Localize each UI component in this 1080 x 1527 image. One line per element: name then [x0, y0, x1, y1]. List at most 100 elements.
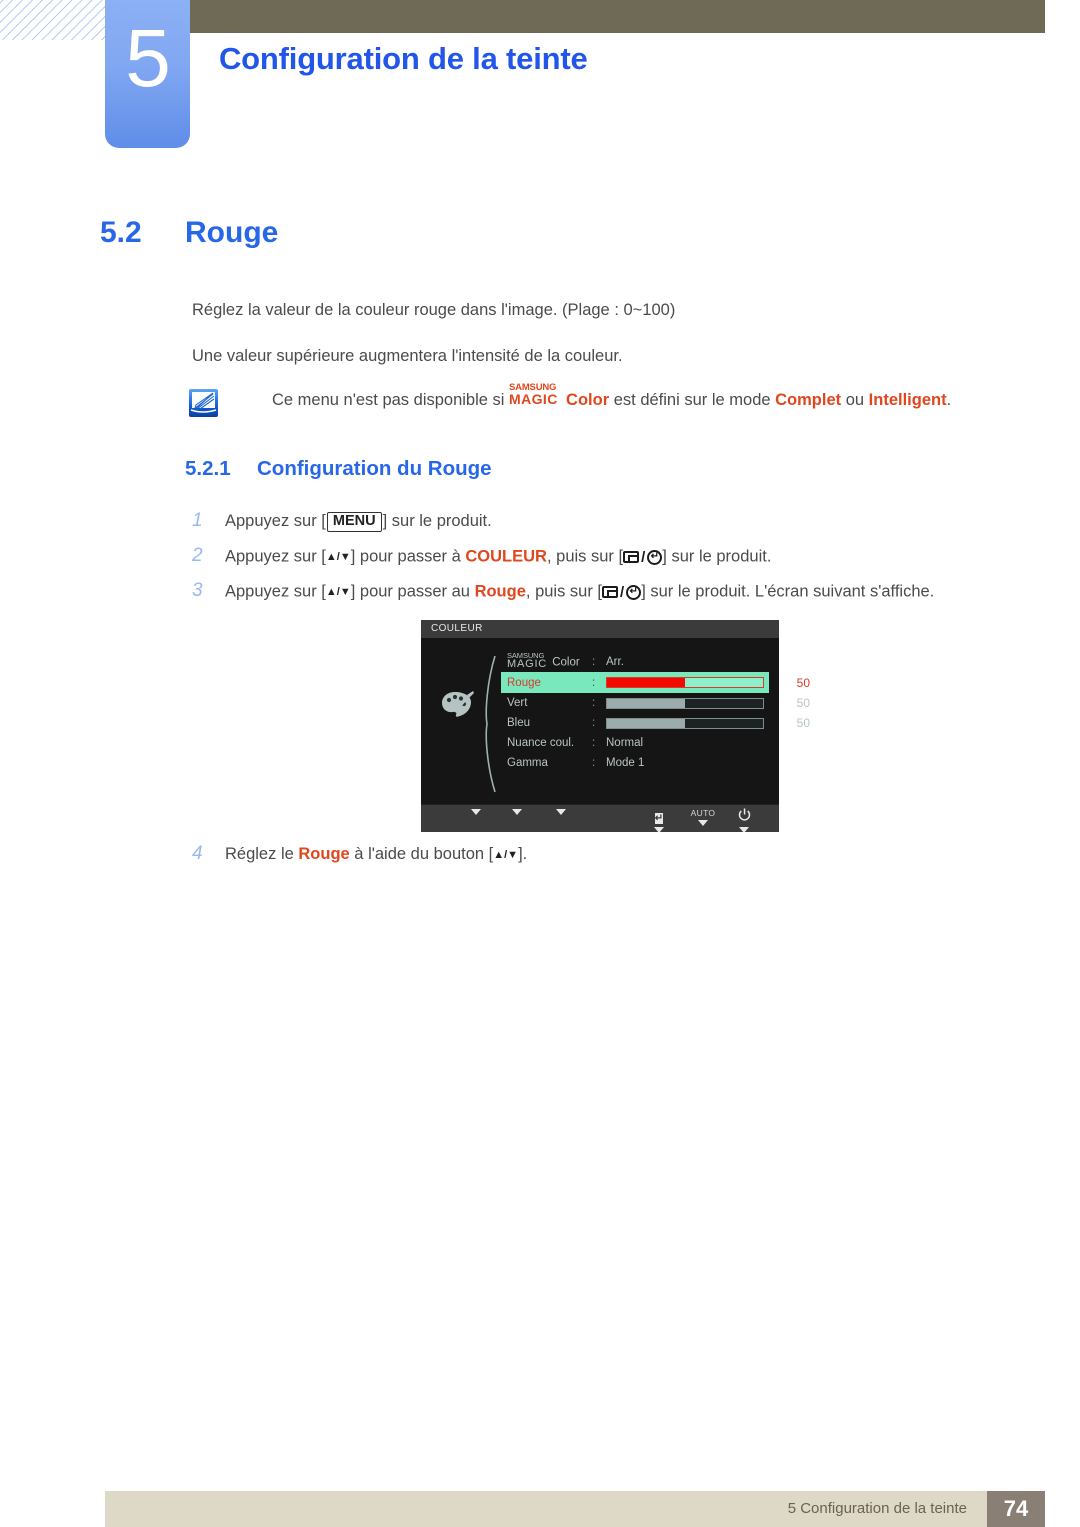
osd-row-gamma[interactable]: Gamma : Mode 1: [501, 753, 769, 773]
osd-slider-rouge[interactable]: [606, 677, 764, 688]
osd-number-vert: 50: [796, 696, 810, 710]
section-heading: 5.2 Rouge: [100, 216, 278, 250]
enter-icon: ↵: [647, 549, 663, 565]
osd-title: COULEUR: [421, 620, 779, 638]
up-down-arrows-key: ▲/▼: [325, 551, 351, 563]
step-3-text: Appuyez sur [▲/▼] pour passer au Rouge, …: [225, 580, 934, 604]
osd-auto-label: AUTO: [690, 808, 716, 818]
osd-value-rouge: 50: [606, 676, 816, 690]
up-down-arrows-key: ▲/▼: [493, 849, 519, 861]
step-2-number: 2: [192, 545, 203, 566]
chapter-number: 5: [125, 13, 171, 104]
osd-row-nuance-coul[interactable]: Nuance coul. : Normal: [501, 733, 769, 753]
step-1-pre: Appuyez sur [: [225, 512, 326, 530]
osd-value-vert: 50: [606, 696, 816, 710]
down-indicator-icon: [654, 827, 664, 833]
note-pencil-icon: [189, 389, 218, 417]
osd-row-bleu[interactable]: Bleu : 50: [501, 713, 810, 733]
step-1: 1 Appuyez sur [MENU] sur le produit.: [192, 508, 492, 535]
step-3-pre: Appuyez sur [: [225, 582, 326, 600]
section-title: Rouge: [185, 216, 279, 249]
osd-menu-rows: SAMSUNG MAGIC Color : Arr. Rouge : 50 Ver…: [501, 651, 810, 773]
menu-key: MENU: [326, 512, 382, 533]
step-3: 3 Appuyez sur [▲/▼] pour passer au Rouge…: [192, 578, 934, 605]
osd-slider-vert[interactable]: [606, 697, 764, 709]
osd-label-nuance-coul: Nuance coul.: [507, 737, 575, 749]
footer-chapter-label: 5 Configuration de la teinte: [787, 1500, 967, 1517]
osd-number-bleu: 50: [796, 716, 810, 730]
osd-value-magiccolor: Arr.: [606, 656, 624, 668]
step-3-post: ] sur le produit. L'écran suivant s'affi…: [641, 582, 935, 600]
note-block: Ce menu n'est pas disponible si SAMSUNG M…: [188, 383, 951, 418]
subsection-title: Configuration du Rouge: [257, 457, 492, 480]
note-text-or: ou: [841, 391, 869, 409]
step-3-mid2: , puis sur [: [525, 582, 603, 600]
step-1-number: 1: [192, 510, 203, 531]
step-2-mid2: , puis sur [: [546, 547, 624, 565]
osd-plus-button[interactable]: [548, 808, 574, 815]
osd-auto-button[interactable]: AUTO: [683, 808, 723, 826]
step-3-accent: Rouge: [474, 582, 526, 600]
step-4-number: 4: [192, 843, 203, 864]
step-4: 4 Réglez le Rouge à l'aide du bouton [▲/…: [192, 841, 527, 868]
source-enter-key-group: / ↵: [602, 582, 642, 603]
step-3-mid: ] pour passer au: [350, 582, 475, 600]
osd-magic-magic: MAGIC: [507, 657, 548, 670]
section-number: 5.2: [100, 216, 142, 249]
osd-minus-button[interactable]: [504, 808, 530, 815]
osd-colon: :: [592, 757, 596, 769]
hatch-decoration: [0, 0, 112, 40]
osd-colon: :: [592, 656, 596, 668]
osd-back-button[interactable]: [463, 808, 489, 815]
osd-label-bleu: Bleu: [507, 717, 531, 729]
step-4-post: ].: [518, 845, 528, 863]
down-indicator-icon: [739, 827, 749, 833]
osd-colon: :: [592, 737, 596, 749]
step-2-pre: Appuyez sur [: [225, 547, 326, 565]
step-2-mid: ] pour passer à: [350, 547, 466, 565]
step-3-number: 3: [192, 580, 203, 601]
footer-page-number: 74: [987, 1491, 1045, 1527]
enter-icon: ↵: [654, 813, 664, 824]
osd-row-rouge[interactable]: Rouge : 50: [501, 672, 810, 693]
step-4-mid: à l'aide du bouton [: [349, 845, 494, 863]
osd-value-gamma: Mode 1: [606, 757, 645, 769]
osd-row-vert[interactable]: Vert : 50: [501, 693, 810, 713]
osd-value-bleu: 50: [606, 716, 816, 730]
osd-button-bar: ↵ AUTO: [421, 804, 779, 833]
osd-label-vert: Vert: [507, 697, 528, 709]
note-text-middle: est défini sur le mode: [609, 391, 776, 409]
osd-label-gamma: Gamma: [507, 757, 548, 769]
step-2: 2 Appuyez sur [▲/▼] pour passer à COULEU…: [192, 543, 771, 570]
page-footer: 5 Configuration de la teinte 74: [105, 1491, 1045, 1527]
down-indicator-icon: [698, 820, 708, 826]
osd-label-rouge: Rouge: [507, 676, 541, 689]
source-icon: [623, 551, 640, 563]
osd-power-button[interactable]: [731, 808, 757, 833]
subsection-heading: 5.2.1 Configuration du Rouge: [185, 457, 492, 481]
step-2-post: ] sur le produit.: [662, 547, 772, 565]
magic-color-suffix: Color: [566, 391, 610, 409]
up-down-arrows-key: ▲/▼: [325, 586, 351, 598]
osd-label-magiccolor: SAMSUNG MAGIC Color: [501, 651, 592, 670]
header-bar: [190, 0, 1045, 33]
source-enter-key-group: / ↵: [623, 547, 663, 568]
color-palette-icon: [442, 691, 474, 717]
magic-color-logo: SAMSUNG MAGIC: [509, 383, 566, 407]
osd-value-nuance-coul: Normal: [606, 737, 644, 749]
osd-colon: :: [592, 697, 596, 709]
step-4-accent: Rouge: [298, 845, 350, 863]
osd-brace: [485, 655, 496, 793]
osd-screenshot: COULEUR SAMSUNG MAGIC Color : Arr. Rouge…: [421, 620, 810, 833]
osd-number-rouge: 50: [796, 675, 810, 690]
step-4-text: Réglez le Rouge à l'aide du bouton [▲/▼]…: [225, 843, 527, 866]
note-mode-intelligent: Intelligent: [868, 391, 947, 409]
magic-magic-line: MAGIC: [509, 391, 558, 407]
note-text-before: Ce menu n'est pas disponible si: [272, 391, 510, 409]
step-4-pre: Réglez le: [225, 845, 299, 863]
osd-slider-bleu[interactable]: [606, 717, 764, 729]
osd-row-magiccolor[interactable]: SAMSUNG MAGIC Color : Arr.: [501, 651, 769, 672]
document-page: 5 Configuration de la teinte 5.2 Rouge R…: [0, 0, 1080, 1527]
subsection-number: 5.2.1: [185, 457, 231, 480]
osd-enter-button[interactable]: ↵: [646, 808, 672, 833]
